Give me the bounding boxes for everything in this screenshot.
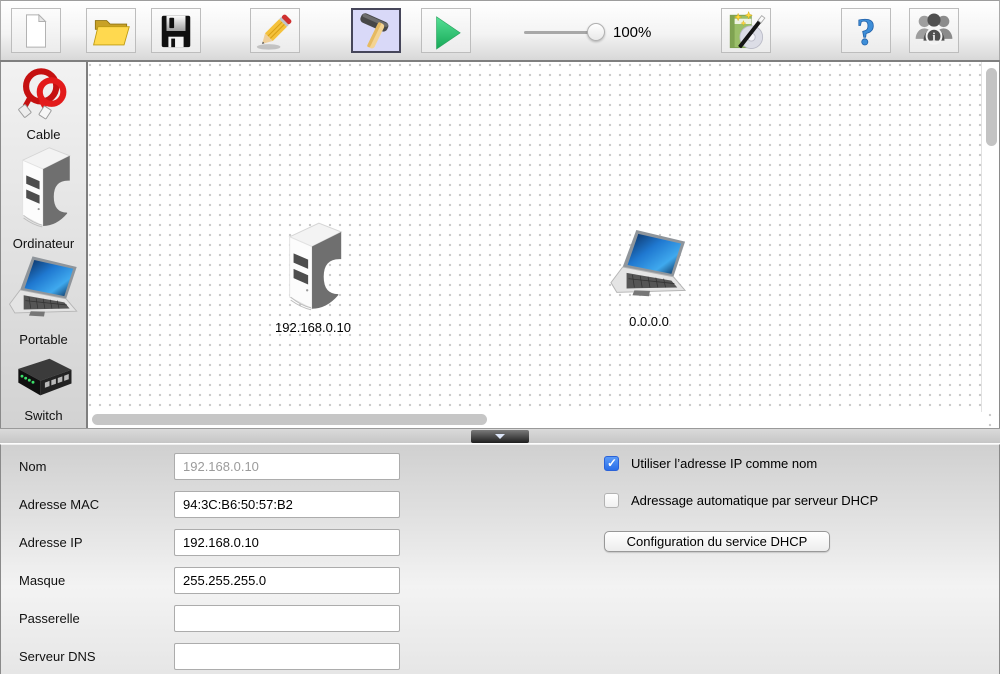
sidebar-item-label: Ordinateur bbox=[1, 236, 86, 251]
save-icon bbox=[157, 12, 195, 50]
horizontal-scrollbar-thumb[interactable] bbox=[92, 414, 487, 425]
sidebar-item-ordinateur[interactable]: Ordinateur bbox=[1, 142, 86, 251]
play-icon bbox=[427, 12, 465, 50]
software-wizard-icon bbox=[725, 10, 767, 52]
vertical-scrollbar-thumb[interactable] bbox=[986, 68, 997, 146]
help-icon: ? bbox=[846, 10, 886, 52]
sidebar-item-portable[interactable]: Portable bbox=[1, 254, 86, 347]
new-document-button[interactable] bbox=[11, 8, 61, 53]
save-button[interactable] bbox=[151, 8, 201, 53]
pencil-icon bbox=[255, 11, 295, 51]
passerelle-field[interactable] bbox=[174, 605, 400, 632]
about-icon: i bbox=[913, 11, 955, 51]
svg-text:i: i bbox=[932, 31, 935, 43]
masque-field[interactable] bbox=[174, 567, 400, 594]
zoom-slider-knob[interactable] bbox=[587, 23, 605, 41]
laptop-icon bbox=[607, 228, 691, 306]
tower-computer-icon bbox=[278, 218, 348, 312]
use-ip-as-name-checkbox[interactable] bbox=[604, 456, 619, 471]
config-panel: Nom Adresse MAC Adresse IP Masque Passer… bbox=[0, 444, 1000, 674]
adresse-ip-field[interactable] bbox=[174, 529, 400, 556]
toolbar: 100% ? bbox=[0, 0, 1000, 60]
node-laptop[interactable]: 0.0.0.0 bbox=[584, 228, 714, 329]
adresse-mac-field[interactable] bbox=[174, 491, 400, 518]
field-label: Masque bbox=[19, 567, 65, 594]
cable-icon bbox=[11, 65, 77, 121]
form-row-masque: Masque bbox=[1, 567, 421, 594]
chevron-down-icon bbox=[495, 434, 505, 439]
hammer-icon bbox=[356, 11, 396, 51]
component-palette: Cable Ordinateur bbox=[0, 62, 88, 428]
horizontal-scrollbar-track[interactable] bbox=[88, 412, 982, 428]
form-row-nom: Nom bbox=[1, 453, 421, 480]
checkbox-label: Adressage automatique par serveur DHCP bbox=[631, 493, 878, 508]
new-document-icon bbox=[17, 12, 55, 50]
sidebar-item-switch[interactable]: Switch bbox=[1, 354, 86, 423]
dhcp-config-button[interactable]: Configuration du service DHCP bbox=[604, 531, 830, 552]
node-label: 192.168.0.10 bbox=[248, 320, 378, 335]
help-button[interactable]: ? bbox=[841, 8, 891, 53]
sidebar-item-label: Portable bbox=[1, 332, 86, 347]
edit-mode-button[interactable] bbox=[250, 8, 300, 53]
panel-divider bbox=[0, 428, 1000, 444]
field-label: Adresse IP bbox=[19, 529, 83, 556]
software-wizard-button[interactable] bbox=[721, 8, 771, 53]
form-row-dns: Serveur DNS bbox=[1, 643, 421, 670]
field-label: Adresse MAC bbox=[19, 491, 99, 518]
network-canvas[interactable]: 192.168.0.10 0.0.0.0 bbox=[88, 62, 1000, 428]
field-label: Passerelle bbox=[19, 605, 80, 632]
form-row-mac: Adresse MAC bbox=[1, 491, 421, 518]
open-file-button[interactable] bbox=[86, 8, 136, 53]
checkbox-row-use-ip-as-name: Utiliser l’adresse IP comme nom bbox=[604, 456, 817, 471]
collapse-panel-button[interactable] bbox=[471, 430, 529, 443]
checkbox-label: Utiliser l’adresse IP comme nom bbox=[631, 456, 817, 471]
app-window: 100% ? bbox=[0, 0, 1000, 674]
zoom-level-label: 100% bbox=[613, 24, 651, 41]
field-label: Serveur DNS bbox=[19, 643, 96, 670]
form-row-ip: Adresse IP bbox=[1, 529, 421, 556]
vertical-scrollbar-track[interactable] bbox=[981, 62, 999, 412]
field-label: Nom bbox=[19, 453, 46, 480]
simulation-mode-button[interactable] bbox=[421, 8, 471, 53]
sidebar-item-label: Cable bbox=[1, 127, 86, 142]
nom-field[interactable] bbox=[174, 453, 400, 480]
dhcp-auto-checkbox[interactable] bbox=[604, 493, 619, 508]
node-server[interactable]: 192.168.0.10 bbox=[248, 218, 378, 335]
laptop-icon bbox=[6, 254, 82, 326]
sidebar-item-cable[interactable]: Cable bbox=[1, 65, 86, 142]
svg-text:?: ? bbox=[856, 11, 875, 52]
sidebar-item-label: Switch bbox=[1, 408, 86, 423]
form-row-passerelle: Passerelle bbox=[1, 605, 421, 632]
switch-icon bbox=[11, 354, 77, 402]
main-area: Cable Ordinateur bbox=[0, 60, 1000, 428]
design-mode-button[interactable] bbox=[351, 8, 401, 53]
checkbox-row-dhcp-auto: Adressage automatique par serveur DHCP bbox=[604, 493, 878, 508]
about-button[interactable]: i bbox=[909, 8, 959, 53]
serveur-dns-field[interactable] bbox=[174, 643, 400, 670]
open-file-icon bbox=[91, 12, 131, 50]
tower-computer-icon bbox=[12, 142, 76, 230]
node-label: 0.0.0.0 bbox=[584, 314, 714, 329]
